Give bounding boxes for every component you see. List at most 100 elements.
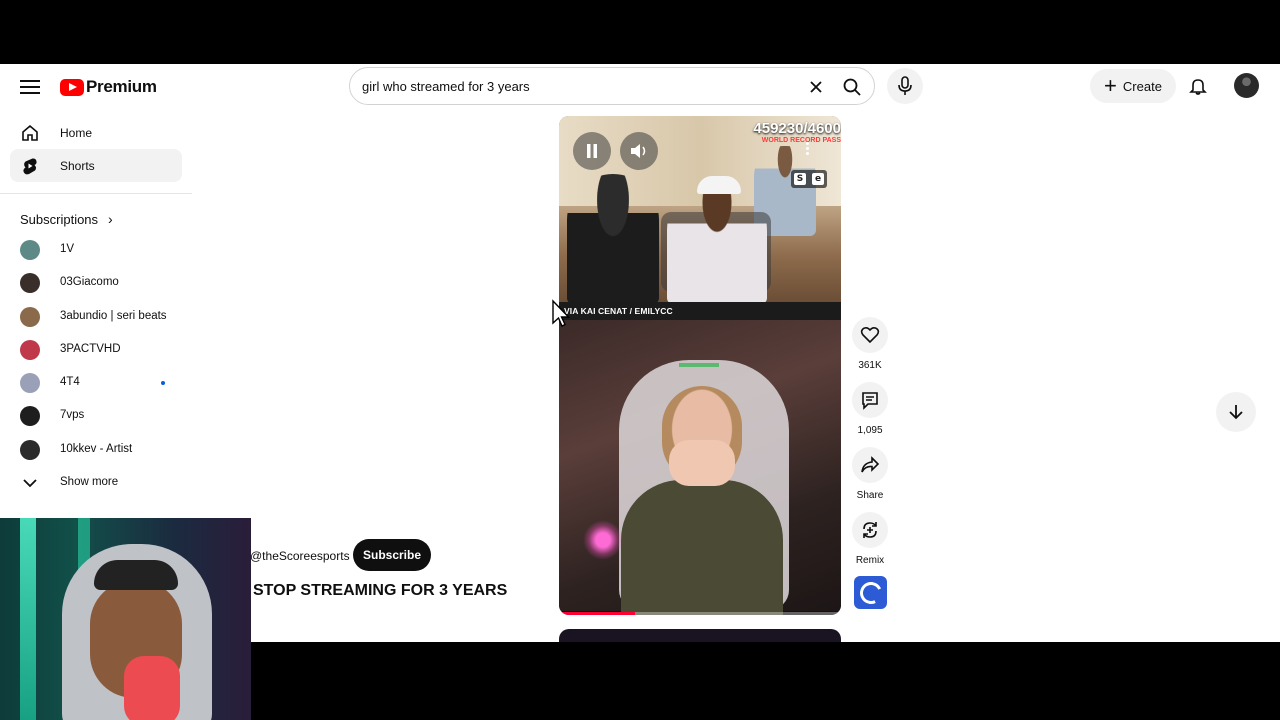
- video-top-clip: 459230/4600 WORLD RECORD PASS Se: [559, 116, 841, 304]
- next-video-button[interactable]: [1216, 392, 1256, 432]
- sidebar-item-home[interactable]: Home: [10, 116, 182, 149]
- video-credit: VIA KAI CENAT / EMILYCC: [564, 306, 673, 316]
- heart-icon: [860, 326, 880, 344]
- subscription-item[interactable]: 1V: [0, 233, 192, 266]
- cap: [697, 176, 741, 194]
- audio-source-thumbnail[interactable]: [854, 576, 887, 609]
- like-button[interactable]: [852, 317, 888, 353]
- chevron-right-icon: ›: [108, 211, 113, 227]
- channel-name: 3abundio | seri beats: [60, 309, 167, 322]
- caption-band: VIA KAI CENAT / EMILYCC: [559, 302, 841, 320]
- channel-name: 7vps: [60, 409, 85, 422]
- pause-icon: [587, 144, 597, 158]
- volume-button[interactable]: [620, 132, 658, 170]
- close-icon[interactable]: [806, 77, 826, 97]
- notifications-bell-icon[interactable]: [1187, 75, 1209, 97]
- subscription-item[interactable]: 7vps: [0, 399, 192, 432]
- share-action: Share: [852, 447, 888, 501]
- search-icon[interactable]: [842, 77, 862, 97]
- sidebar-item-shorts[interactable]: Shorts: [10, 149, 182, 182]
- subscriptions-header[interactable]: Subscriptions ›: [20, 205, 192, 233]
- pause-button[interactable]: [573, 132, 611, 170]
- person-hoodie: [567, 174, 659, 304]
- share-button[interactable]: [852, 447, 888, 483]
- channel-name: 03Giacomo: [60, 276, 119, 289]
- channel-name: 1V: [60, 243, 75, 255]
- comment-icon: [862, 392, 878, 410]
- sidebar: Home Shorts Subscriptions › 1V 03Giacomo: [0, 116, 192, 499]
- more-options-icon[interactable]: [802, 140, 812, 160]
- search-box: [349, 67, 875, 105]
- e-logo-icon: [856, 578, 885, 607]
- sidebar-divider: [0, 193, 192, 194]
- create-label: Create: [1122, 78, 1162, 94]
- progress-fill: [559, 612, 636, 615]
- streamer-hands: [669, 440, 735, 486]
- watermark-logos: Se: [791, 170, 827, 188]
- arrow-down-icon: [1229, 405, 1243, 420]
- person-cap: [667, 176, 767, 304]
- channel-avatar: [20, 240, 40, 260]
- volume-icon: [631, 144, 646, 158]
- microphone-icon: [898, 76, 912, 95]
- neon-light: [20, 518, 36, 720]
- subscriptions-label: Subscriptions: [20, 211, 99, 227]
- subscribe-button[interactable]: Subscribe: [353, 539, 431, 571]
- screen: Premium + Create Home: [0, 0, 1280, 720]
- sub-counter: 459230/4600: [753, 120, 841, 137]
- channel-handle[interactable]: @theScoreesports: [250, 549, 350, 563]
- comments-button[interactable]: [852, 382, 888, 418]
- subscription-item[interactable]: 10kkev - Artist: [0, 433, 192, 466]
- search-input[interactable]: [362, 68, 792, 104]
- streamer-body: [621, 480, 783, 615]
- channel-avatar: [20, 373, 40, 394]
- short-title: STOP STREAMING FOR 3 YEARS: [253, 582, 508, 599]
- like-action: 361K: [852, 317, 888, 371]
- remix-label: Remix: [855, 555, 885, 566]
- s-logo-icon: S: [794, 173, 806, 185]
- youtube-play-icon: [60, 78, 84, 96]
- menu-icon[interactable]: [18, 76, 42, 96]
- monitor-glow: [679, 363, 719, 367]
- video-progress-bar[interactable]: [559, 612, 841, 615]
- youtube-premium-logo[interactable]: Premium: [60, 77, 157, 97]
- remix-action: Remix: [852, 512, 888, 566]
- subscription-item[interactable]: 4T4: [0, 366, 192, 399]
- e-logo-icon: e: [812, 173, 824, 185]
- channel-name: 3PACTVHD: [60, 342, 121, 355]
- logo-text: Premium: [86, 77, 157, 96]
- subscription-item[interactable]: 03Giacomo: [0, 266, 192, 299]
- remix-button[interactable]: [852, 512, 888, 548]
- create-button[interactable]: + Create: [1090, 69, 1176, 103]
- webcam-overlay: [0, 518, 251, 720]
- home-icon: [22, 124, 38, 141]
- chevron-down-icon: [23, 479, 37, 488]
- plus-icon: +: [1104, 73, 1117, 98]
- video-bottom-clip: [559, 320, 841, 615]
- comment-action: 1,095: [852, 382, 888, 436]
- sidebar-item-label: Shorts: [60, 158, 95, 173]
- account-avatar[interactable]: [1234, 73, 1259, 98]
- show-more-button[interactable]: Show more: [0, 466, 192, 499]
- channel-avatar: [20, 339, 40, 360]
- voice-search-button[interactable]: [887, 68, 923, 104]
- channel-avatar: [20, 273, 40, 294]
- next-short-preview[interactable]: [559, 629, 841, 642]
- mouse-cursor-icon: [552, 299, 571, 327]
- channel-avatar: [20, 406, 40, 427]
- comment-count: 1,095: [857, 425, 883, 436]
- channel-avatar: [20, 439, 40, 460]
- top-bar: Premium + Create: [0, 64, 1280, 108]
- streamer-bandana: [94, 560, 178, 590]
- subscription-item[interactable]: 3PACTVHD: [0, 333, 192, 366]
- share-label: Share: [856, 490, 884, 501]
- microphone: [124, 656, 180, 720]
- shorts-icon: [23, 158, 37, 175]
- short-video-player[interactable]: 459230/4600 WORLD RECORD PASS Se VIA KAI…: [559, 116, 841, 615]
- new-content-dot: [161, 381, 165, 386]
- channel-avatar: [20, 306, 40, 327]
- subscription-item[interactable]: 3abundio | seri beats: [0, 300, 192, 333]
- remix-icon: [863, 522, 877, 538]
- like-count: 361K: [858, 360, 882, 371]
- sidebar-item-label: Home: [60, 125, 93, 140]
